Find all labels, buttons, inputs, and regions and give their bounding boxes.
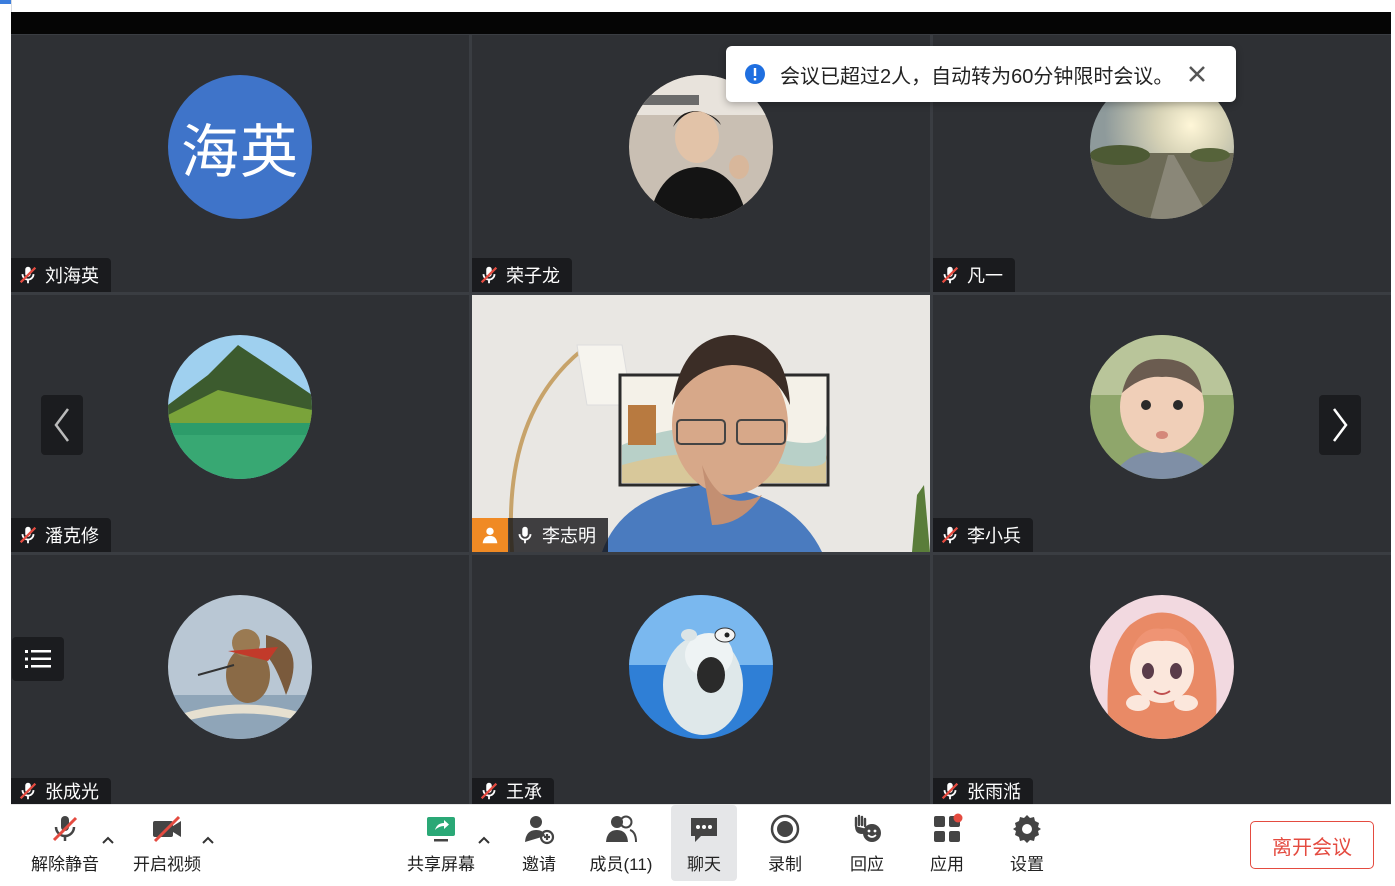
members-label: 成员(11) xyxy=(589,854,653,874)
share-screen-icon xyxy=(427,816,455,841)
avatar xyxy=(168,595,312,739)
invite-user-icon xyxy=(525,815,555,844)
participant-name: 李志明 xyxy=(542,526,596,546)
close-icon[interactable] xyxy=(1185,62,1209,86)
mic-muted-icon xyxy=(52,815,78,841)
name-tag: 王承 xyxy=(472,778,554,804)
apps-button[interactable]: 应用 xyxy=(917,805,977,881)
avatar xyxy=(168,335,312,479)
meeting-limit-toast: 会议已超过2人，自动转为60分钟限时会议。 xyxy=(726,46,1236,102)
participant-name: 潘克修 xyxy=(45,526,99,546)
name-tag: 张雨湉 xyxy=(933,778,1033,804)
mic-muted-icon xyxy=(941,782,959,800)
mic-muted-icon xyxy=(19,782,37,800)
participant-tile[interactable]: 王承 xyxy=(472,555,930,804)
participant-tile[interactable]: 张成光 xyxy=(11,555,469,804)
participant-name: 荣子龙 xyxy=(506,266,560,286)
participant-name: 刘海英 xyxy=(45,266,99,286)
name-tag: 潘克修 xyxy=(11,518,111,552)
participant-tile[interactable]: 海英 刘海英 xyxy=(11,35,469,292)
mic-muted-icon xyxy=(19,526,37,544)
profile-photo xyxy=(1090,335,1234,479)
settings-button[interactable]: 设置 xyxy=(997,805,1057,881)
name-tag: 荣子龙 xyxy=(472,258,572,292)
meeting-top-bar xyxy=(11,12,1391,34)
mic-muted-icon xyxy=(19,266,37,284)
profile-photo xyxy=(1090,595,1234,739)
apps-icon xyxy=(934,813,963,842)
video-grid: 海英 刘海英 荣子龙 凡一 潘克修 李志明 李小兵 张成光 王承 张雨湉 xyxy=(11,34,1391,804)
name-tag: 刘海英 xyxy=(11,258,111,292)
chevron-up-icon[interactable] xyxy=(201,835,215,845)
record-button[interactable]: 录制 xyxy=(755,805,815,881)
participant-name: 王承 xyxy=(506,782,542,802)
window-top-gap xyxy=(11,0,1391,12)
participant-name: 李小兵 xyxy=(967,526,1021,546)
host-badge xyxy=(472,518,508,552)
reaction-icon xyxy=(854,814,881,842)
unmute-label: 解除静音 xyxy=(31,854,99,874)
share-label: 共享屏幕 xyxy=(407,854,475,874)
name-tag: 李小兵 xyxy=(933,518,1033,552)
mic-on-icon xyxy=(518,526,532,544)
avatar xyxy=(629,595,773,739)
toast-message: 会议已超过2人，自动转为60分钟限时会议。 xyxy=(780,65,1174,88)
participant-name: 张成光 xyxy=(45,782,99,802)
participant-tile[interactable]: 张雨湉 xyxy=(933,555,1391,804)
mic-muted-icon xyxy=(480,266,498,284)
host-icon xyxy=(482,527,498,544)
layout-list-button[interactable] xyxy=(12,637,64,681)
mic-muted-icon xyxy=(941,266,959,284)
chevron-up-icon[interactable] xyxy=(477,835,491,845)
apps-label: 应用 xyxy=(930,854,964,874)
video-label: 开启视频 xyxy=(133,854,201,874)
participant-name: 张雨湉 xyxy=(967,782,1021,802)
members-icon xyxy=(606,815,637,842)
prev-page-button[interactable] xyxy=(41,395,83,455)
record-icon xyxy=(770,814,800,843)
invite-label: 邀请 xyxy=(522,854,556,874)
chat-icon xyxy=(691,817,717,842)
avatar xyxy=(1090,335,1234,479)
info-icon xyxy=(745,64,765,84)
gear-icon xyxy=(1013,814,1041,843)
react-label: 回应 xyxy=(850,854,884,874)
chevron-up-icon[interactable] xyxy=(101,835,115,845)
chat-button[interactable]: 聊天 xyxy=(671,805,737,881)
avatar xyxy=(1090,595,1234,739)
invite-button[interactable]: 邀请 xyxy=(509,805,569,881)
next-page-button[interactable] xyxy=(1319,395,1361,455)
chat-label: 聊天 xyxy=(687,854,721,874)
members-button[interactable]: 成员(11) xyxy=(583,805,659,881)
reaction-button[interactable]: 回应 xyxy=(837,805,897,881)
name-tag: 张成光 xyxy=(11,778,111,804)
profile-photo xyxy=(629,595,773,739)
profile-photo xyxy=(168,335,312,479)
active-speaker-tile[interactable]: 李志明 xyxy=(472,295,930,552)
participant-name: 凡一 xyxy=(967,266,1003,286)
settings-label: 设置 xyxy=(1010,854,1044,874)
start-video-button[interactable]: 开启视频 xyxy=(129,805,205,881)
list-icon xyxy=(25,650,51,668)
speaker-video xyxy=(472,295,930,552)
mic-muted-icon xyxy=(480,782,498,800)
name-tag: 李志明 xyxy=(472,518,608,552)
leave-meeting-button[interactable]: 离开会议 xyxy=(1250,821,1374,869)
share-screen-button[interactable]: 共享屏幕 xyxy=(403,805,479,881)
record-label: 录制 xyxy=(768,854,802,874)
video-off-icon xyxy=(153,815,181,842)
profile-photo xyxy=(168,595,312,739)
unmute-button[interactable]: 解除静音 xyxy=(29,805,101,881)
meeting-toolbar: 解除静音 开启视频 共享屏幕 邀请 成员(11) 聊天 录制 回应 应用 设置 … xyxy=(11,804,1391,886)
name-tag: 凡一 xyxy=(933,258,1015,292)
chevron-right-icon xyxy=(1333,408,1348,442)
avatar: 海英 xyxy=(168,75,312,219)
mic-muted-icon xyxy=(941,526,959,544)
chevron-left-icon xyxy=(54,408,69,442)
window-accent xyxy=(0,0,11,4)
